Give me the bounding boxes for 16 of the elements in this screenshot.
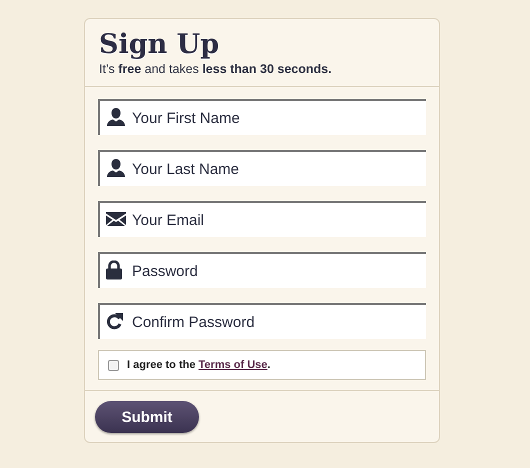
mail-icon <box>106 212 126 226</box>
person-icon <box>106 108 126 126</box>
form-title: Sign Up <box>99 29 220 60</box>
input-field[interactable]: Confirm Password <box>98 303 426 339</box>
input-field[interactable]: Your First Name <box>98 99 426 135</box>
lock-icon <box>106 260 122 280</box>
input-field[interactable]: Your Email <box>98 201 426 237</box>
submit-button[interactable]: Submit <box>95 401 199 433</box>
refresh-icon <box>106 312 123 330</box>
checkbox[interactable] <box>108 360 119 370</box>
input-field[interactable]: Password <box>98 252 426 288</box>
agreement-text: I agree to the Terms of Use. <box>127 359 270 371</box>
input-field[interactable]: Your Last Name <box>98 150 426 186</box>
form-subtitle: It’s free and takes less than 30 seconds. <box>99 62 332 76</box>
person-icon <box>106 159 126 177</box>
terms-link[interactable]: Terms of Use <box>198 359 268 371</box>
